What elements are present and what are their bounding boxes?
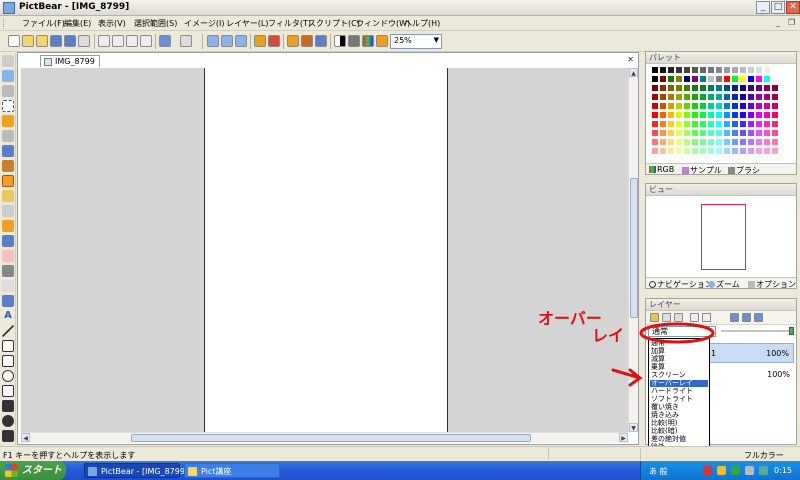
system-tray: あ 般 0:15 (640, 461, 800, 480)
taskbar-clock: 0:15 (774, 466, 792, 475)
taskbar-item-label: Pict講座 (201, 467, 232, 476)
annotation-overlay (611, 322, 715, 387)
annotation-text-line2: レイ (592, 326, 625, 345)
start-button[interactable]: スタート (0, 461, 66, 480)
folder-icon (188, 467, 197, 476)
taskbar-item-label: PictBear - [IMG_8799] (101, 467, 189, 476)
ime-indicator[interactable]: あ 般 (649, 466, 668, 477)
network-icon[interactable] (759, 466, 768, 475)
annotation-circle (639, 322, 715, 344)
pictbear-icon (88, 467, 97, 476)
tray-app-icon[interactable] (703, 466, 712, 475)
status-cell-position (548, 448, 608, 460)
status-bar: F1 キーを押すとヘルプを表示します フルカラー (0, 446, 800, 461)
status-color-mode: フルカラー (744, 451, 784, 460)
start-label: スタート (22, 465, 62, 476)
status-help-text: F1 キーを押すとヘルプを表示します (3, 451, 136, 460)
tray-app-icon[interactable] (717, 466, 726, 475)
speaker-icon[interactable] (745, 466, 754, 475)
taskbar: スタート PictBear - [IMG_8799] Pict講座 あ 般 0:… (0, 461, 800, 480)
taskbar-item-pictbear[interactable]: PictBear - [IMG_8799] (84, 463, 188, 478)
status-cell-size (640, 448, 724, 460)
tray-app-icon[interactable] (731, 466, 740, 475)
annotation-arrow (611, 368, 643, 387)
taskbar-item-folder[interactable]: Pict講座 (184, 463, 280, 478)
windows-logo-icon (5, 464, 18, 477)
